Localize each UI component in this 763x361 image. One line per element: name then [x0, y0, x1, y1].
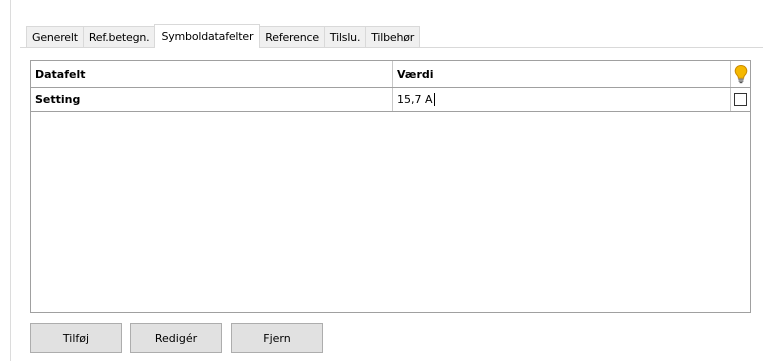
column-header-vaerdi[interactable]: Værdi — [393, 61, 731, 87]
column-header-icon — [731, 61, 750, 87]
tab-generelt[interactable]: Generelt — [26, 26, 84, 47]
tab-symboldatafelter[interactable]: Symboldatafelter — [154, 24, 261, 48]
tab-label: Ref.betegn. — [88, 30, 150, 44]
tab-label: Tilbehør — [371, 30, 415, 44]
data-fields-grid[interactable]: Datafelt Værdi Setting 15,7 A — [30, 60, 751, 313]
tab-tilbehor[interactable]: Tilbehør — [365, 26, 421, 47]
tab-ref-betegn[interactable]: Ref.betegn. — [82, 26, 156, 47]
row-field-name: Setting — [31, 88, 393, 111]
column-header-datafelt[interactable]: Datafelt — [31, 61, 393, 87]
row-checkbox[interactable] — [734, 93, 747, 106]
table-row[interactable]: Setting 15,7 A — [31, 88, 750, 112]
row-checkbox-cell — [731, 88, 750, 111]
left-window-frame — [0, 0, 11, 361]
row-value-text: 15,7 A — [397, 93, 433, 106]
grid-header: Datafelt Værdi — [31, 61, 750, 88]
row-value-input[interactable]: 15,7 A — [393, 88, 731, 111]
tab-bar: Generelt Ref.betegn. Symboldatafelter Re… — [20, 24, 763, 48]
tab-label: Generelt — [32, 30, 78, 44]
text-cursor — [433, 93, 435, 106]
tab-label: Symboldatafelter — [161, 30, 254, 43]
tab-label: Reference — [265, 30, 319, 44]
tab-label: Tilslu. — [329, 30, 361, 44]
tab-tilslu[interactable]: Tilslu. — [323, 26, 367, 47]
tab-reference[interactable]: Reference — [259, 26, 325, 47]
remove-button[interactable]: Fjern — [231, 323, 323, 353]
add-button[interactable]: Tilføj — [30, 323, 122, 353]
lightbulb-icon — [734, 64, 747, 84]
edit-button[interactable]: Redigér — [130, 323, 222, 353]
